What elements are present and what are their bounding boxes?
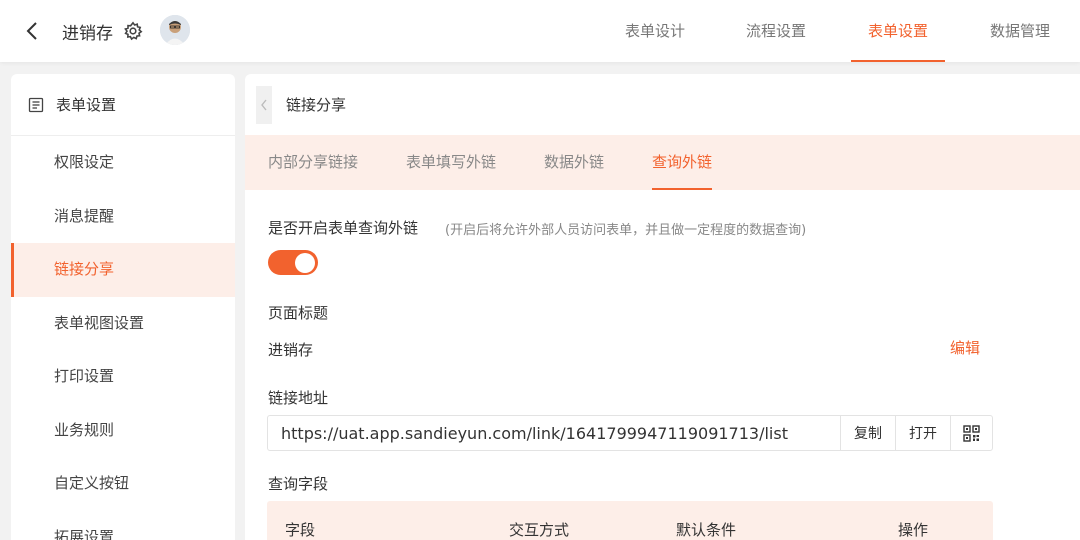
link-address-box: 复制 打开	[267, 415, 993, 451]
link-address-label: 链接地址	[268, 389, 329, 407]
main-panel: 链接分享 内部分享链接 表单填写外链 数据外链 查询外链 是否开启表单查询外链 …	[245, 74, 1080, 540]
sidebar-item-custom-buttons[interactable]: 自定义按钮	[11, 457, 235, 511]
back-button[interactable]	[20, 18, 44, 44]
avatar[interactable]	[160, 15, 190, 45]
chevron-left-icon	[26, 22, 37, 40]
gear-icon	[124, 21, 143, 41]
page-title-field-value: 进销存	[268, 341, 314, 359]
subtab-bar: 内部分享链接 表单填写外链 数据外链 查询外链	[245, 135, 1080, 190]
sidebar: 表单设置 权限设定 消息提醒 链接分享 表单视图设置 打印设置 业务规则 自定义…	[11, 74, 235, 540]
subtab-form-fill-link[interactable]: 表单填写外链	[406, 135, 496, 190]
subtab-query-link[interactable]: 查询外链	[652, 135, 713, 190]
avatar-icon	[160, 15, 190, 45]
column-header-interaction: 交互方式	[509, 521, 570, 539]
qrcode-icon	[963, 424, 980, 442]
subtab-data-link[interactable]: 数据外链	[544, 135, 604, 190]
sidebar-item-print[interactable]: 打印设置	[11, 350, 235, 404]
settings-button[interactable]	[123, 21, 143, 41]
qrcode-button[interactable]	[950, 416, 992, 450]
tab-workflow-settings[interactable]: 流程设置	[731, 0, 821, 62]
subtab-internal-link[interactable]: 内部分享链接	[268, 135, 358, 190]
tab-form-design[interactable]: 表单设计	[610, 0, 700, 62]
sidebar-header-label: 表单设置	[56, 96, 117, 114]
chevron-left-icon	[261, 99, 267, 111]
sidebar-item-link-sharing[interactable]: 链接分享	[11, 243, 235, 297]
sidebar-header: 表单设置	[11, 74, 235, 136]
collapse-sidebar-button[interactable]	[256, 86, 272, 124]
query-fields-label: 查询字段	[268, 475, 329, 493]
top-bar: 进销存 表单设计 流程设置 表单设置 数据管理	[0, 0, 1080, 62]
enable-query-link-hint: (开启后将允许外部人员访问表单，并且做一定程度的数据查询)	[445, 223, 807, 238]
column-header-default-condition: 默认条件	[676, 521, 737, 539]
list-icon	[28, 97, 44, 112]
page-title: 链接分享	[286, 96, 347, 114]
sidebar-item-form-view[interactable]: 表单视图设置	[11, 297, 235, 351]
sidebar-item-notifications[interactable]: 消息提醒	[11, 190, 235, 244]
link-address-input[interactable]	[268, 416, 840, 450]
tab-form-settings[interactable]: 表单设置	[851, 0, 945, 62]
main-header: 链接分享	[245, 74, 1080, 135]
sidebar-item-permissions[interactable]: 权限设定	[11, 136, 235, 190]
edit-page-title-button[interactable]: 编辑	[950, 337, 980, 358]
sidebar-item-extensions[interactable]: 拓展设置	[11, 511, 235, 540]
app-title: 进销存	[62, 24, 113, 44]
enable-query-link-toggle[interactable]	[268, 250, 318, 275]
sidebar-item-business-rules[interactable]: 业务规则	[11, 404, 235, 458]
page-title-field-label: 页面标题	[268, 304, 329, 322]
toggle-knob	[295, 252, 315, 273]
copy-link-button[interactable]: 复制	[840, 416, 895, 450]
column-header-actions: 操作	[898, 521, 929, 539]
column-header-field: 字段	[285, 521, 316, 539]
query-fields-table-header: 字段 交互方式 默认条件 操作	[267, 501, 993, 540]
enable-query-link-label: 是否开启表单查询外链	[268, 219, 419, 237]
tab-data-management[interactable]: 数据管理	[975, 0, 1065, 62]
open-link-button[interactable]: 打开	[895, 416, 950, 450]
